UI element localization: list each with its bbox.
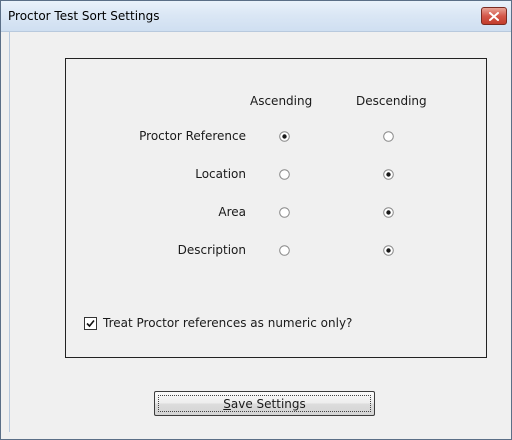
dialog-window: Proctor Test Sort Settings Ascending Des… — [0, 0, 512, 440]
radio-location-descending[interactable] — [383, 169, 394, 180]
numeric-only-checkbox[interactable] — [84, 316, 97, 330]
save-button-mnemonic: S — [223, 397, 231, 411]
column-header-ascending: Ascending — [250, 94, 313, 108]
radio-selected-dot — [386, 248, 391, 253]
radio-proctor-reference-descending[interactable] — [383, 131, 394, 142]
radio-selected-dot — [282, 134, 287, 139]
title-bar: Proctor Test Sort Settings — [1, 1, 511, 32]
row-label-description: Description — [177, 243, 246, 257]
save-button-label: ave Settings — [230, 397, 306, 411]
row-label-proctor-reference: Proctor Reference — [139, 129, 246, 143]
checkmark-icon — [86, 319, 95, 327]
numeric-only-label: Treat Proctor references as numeric only… — [103, 316, 353, 330]
dialog-content: Ascending Descending Proctor Reference L… — [9, 32, 505, 432]
row-label-area: Area — [218, 205, 246, 219]
sort-settings-group: Ascending Descending Proctor Reference L… — [65, 58, 487, 358]
close-button[interactable] — [481, 7, 507, 25]
save-settings-button[interactable]: Save Settings — [154, 391, 375, 416]
radio-area-descending[interactable] — [383, 207, 394, 218]
radio-selected-dot — [386, 210, 391, 215]
radio-area-ascending[interactable] — [279, 207, 290, 218]
radio-selected-dot — [386, 172, 391, 177]
radio-proctor-reference-ascending[interactable] — [279, 131, 290, 142]
row-label-location: Location — [195, 167, 246, 181]
column-header-descending: Descending — [356, 94, 427, 108]
numeric-option[interactable]: Treat Proctor references as numeric only… — [84, 316, 352, 330]
window-title: Proctor Test Sort Settings — [8, 9, 160, 23]
radio-location-ascending[interactable] — [279, 169, 290, 180]
radio-description-descending[interactable] — [383, 245, 394, 256]
close-icon — [489, 11, 499, 21]
radio-description-ascending[interactable] — [279, 245, 290, 256]
